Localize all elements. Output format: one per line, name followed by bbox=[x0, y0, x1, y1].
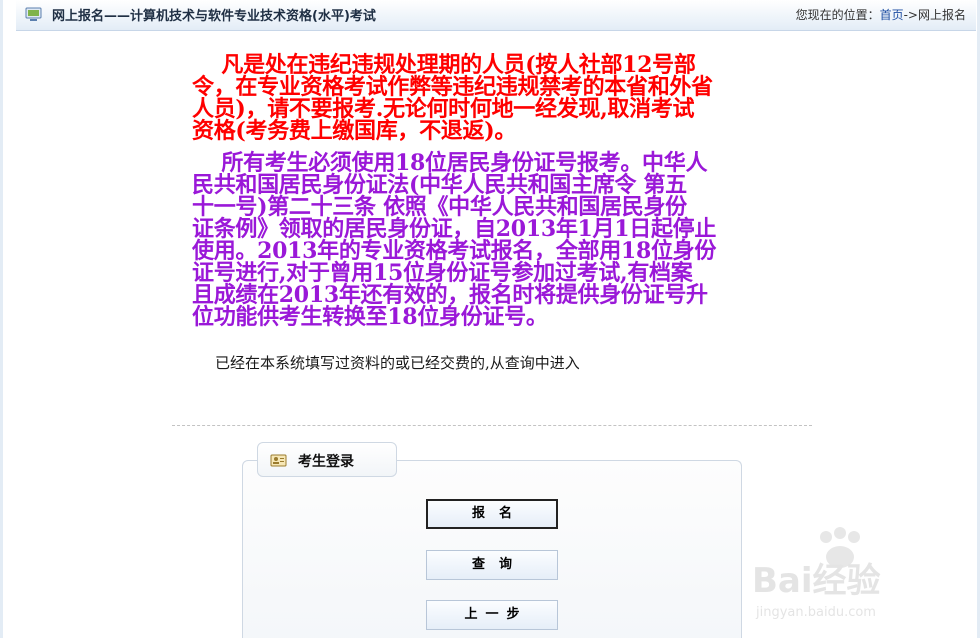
query-hint: 已经在本系统填写过资料的或已经交费的,从查询中进入 bbox=[215, 354, 580, 372]
page: 网上报名——计算机技术与软件专业技术资格(水平)考试 您现在的位置：首页->网上… bbox=[0, 0, 980, 638]
header-bar: 网上报名——计算机技术与软件专业技术资格(水平)考试 您现在的位置：首页->网上… bbox=[16, 0, 976, 31]
query-button[interactable]: 查询 bbox=[426, 550, 558, 580]
back-button[interactable]: 上一步 bbox=[426, 600, 558, 630]
left-border bbox=[0, 0, 3, 638]
notice-red-line: 令，在专业资格考试作弊等违纪违规禁考的本省和外省 bbox=[192, 74, 713, 100]
divider bbox=[172, 425, 812, 426]
notice-purple-line: 证号进行,对于曾用15位身份证号参加过考试,有档案 bbox=[192, 260, 693, 286]
notice-red-line: 人员)，请不要报考.无论何时何地一经发现,取消考试 bbox=[192, 96, 695, 122]
register-button[interactable]: 报名 bbox=[426, 499, 558, 529]
notice-purple-line: 使用。2013年的专业资格考试报名，全部用18位身份 bbox=[192, 238, 717, 264]
notice-red: 凡是处在违纪违规处理期的人员(按人社部12号部 令，在专业资格考试作弊等违纪违规… bbox=[192, 54, 713, 142]
monitor-icon bbox=[25, 7, 42, 21]
notice-purple: 所有考生必须使用18位居民身份证号报考。中华人 民共和国居民身份证法(中华人民共… bbox=[192, 152, 716, 328]
watermark: Bai经验 jingyan.baidu.com bbox=[750, 525, 970, 635]
login-tab: 考生登录 bbox=[257, 442, 397, 477]
watermark-brand: Bai经验 bbox=[752, 561, 881, 601]
breadcrumb-separator: -> bbox=[903, 8, 918, 22]
breadcrumb-home-link[interactable]: 首页 bbox=[880, 8, 904, 22]
login-tab-label: 考生登录 bbox=[298, 454, 354, 470]
notice-purple-line: 证条例》领取的居民身份证，自2013年1月1日起停止 bbox=[192, 216, 717, 242]
notice-purple-line: 所有考生必须使用18位居民身份证号报考。中华人 bbox=[192, 150, 708, 176]
notice-red-line: 资格(考务费上缴国库，不退返)。 bbox=[192, 118, 517, 144]
breadcrumb-current: 网上报名 bbox=[917, 8, 966, 22]
page-title: 网上报名——计算机技术与软件专业技术资格(水平)考试 bbox=[52, 9, 376, 24]
watermark-url: jingyan.baidu.com bbox=[756, 605, 876, 620]
breadcrumb: 您现在的位置：首页->网上报名 bbox=[796, 6, 966, 23]
notice-purple-line: 且成绩在2013年还有效的，报名时将提供身份证号升 bbox=[192, 282, 708, 308]
notice-purple-line: 民共和国居民身份证法(中华人民共和国主席令 第五 bbox=[192, 172, 687, 198]
notice-purple-line: 十一号)第二十三条 依照《中华人民共和国居民身份 bbox=[192, 194, 687, 220]
notice-purple-line: 位功能供考生转换至18位身份证号。 bbox=[192, 304, 548, 330]
id-card-icon bbox=[270, 454, 287, 467]
notice-red-line: 凡是处在违纪违规处理期的人员(按人社部12号部 bbox=[192, 52, 696, 78]
breadcrumb-prefix: 您现在的位置： bbox=[795, 8, 880, 22]
